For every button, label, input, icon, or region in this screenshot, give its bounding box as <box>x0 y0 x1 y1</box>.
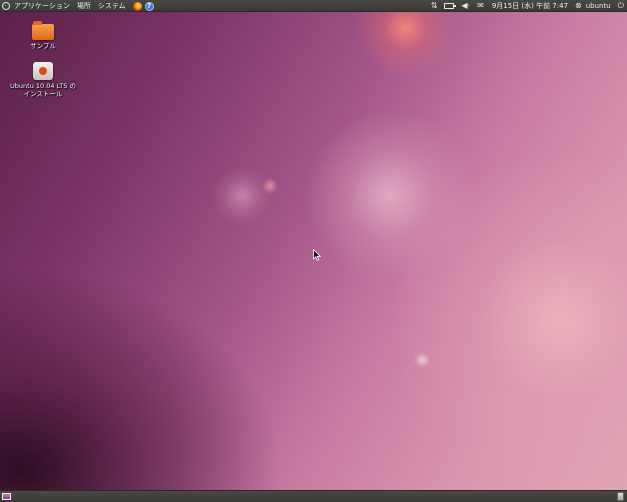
folder-icon <box>32 21 54 40</box>
network-icon[interactable]: ⇅ <box>431 0 438 12</box>
desktop[interactable]: アプリケーション 場所 システム ? ⇅ ◀· ✉ 9月15日 (水) 午前 7… <box>0 0 627 502</box>
menu-applications[interactable]: アプリケーション <box>14 0 70 12</box>
user-icon[interactable]: ⊗ <box>575 0 582 12</box>
top-panel: アプリケーション 場所 システム ? ⇅ ◀· ✉ 9月15日 (水) 午前 7… <box>0 0 627 12</box>
power-icon[interactable]: ⏻ <box>618 0 624 12</box>
desktop-icon-label: Ubuntu 10.04 LTS の <box>10 82 76 90</box>
desktop-icon-label: サンプル <box>30 42 56 50</box>
menu-places[interactable]: 場所 <box>77 0 91 12</box>
clock[interactable]: 9月15日 (水) 午前 7:47 <box>492 0 568 12</box>
trash-icon[interactable] <box>617 492 624 501</box>
show-desktop-icon[interactable] <box>2 493 11 500</box>
volume-icon[interactable]: ◀· <box>461 0 470 12</box>
battery-icon[interactable] <box>444 3 457 9</box>
help-icon[interactable]: ? <box>144 1 154 11</box>
desktop-icon-sample[interactable]: サンプル <box>20 21 66 50</box>
installer-icon <box>33 62 53 80</box>
panel-tray: ⇅ ◀· ✉ 9月15日 (水) 午前 7:47 ⊗ ubuntu ⏻ <box>424 0 624 12</box>
bottom-panel <box>0 490 627 502</box>
panel-menus: アプリケーション 場所 システム ? <box>2 0 157 12</box>
user-name[interactable]: ubuntu <box>586 0 611 12</box>
ubuntu-logo-icon[interactable] <box>2 2 10 10</box>
desktop-icon-label: インストール <box>23 90 63 98</box>
mouse-cursor-icon <box>313 249 321 261</box>
menu-system[interactable]: システム <box>98 0 126 12</box>
firefox-icon[interactable] <box>132 1 142 11</box>
desktop-icon-install[interactable]: Ubuntu 10.04 LTS の インストール <box>4 62 82 98</box>
mail-icon[interactable]: ✉ <box>477 0 484 12</box>
